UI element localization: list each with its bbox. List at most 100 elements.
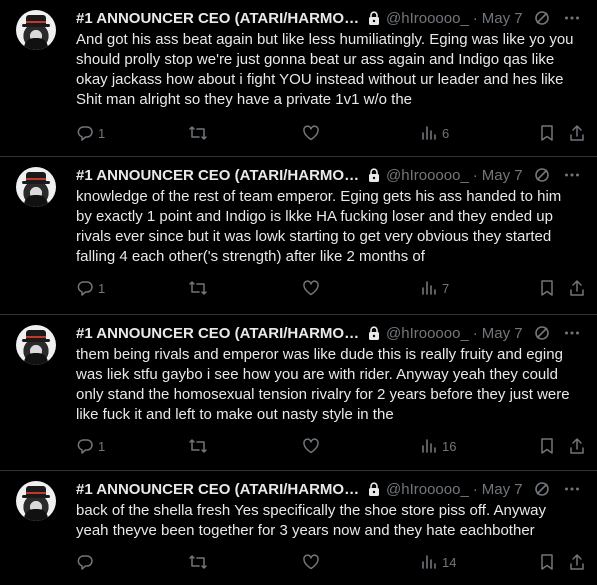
tweet-header: #1 ANNOUNCER CEO (ATARI/HARMONY) @hIrooo… [76,479,581,499]
more-icon[interactable] [563,166,581,184]
view-count: 7 [442,280,450,296]
bookmark-button[interactable] [538,553,556,571]
user-handle[interactable]: @hIrooooo_ [386,325,469,342]
share-button[interactable] [568,553,586,571]
tweet-date[interactable]: May 7 [482,325,523,342]
thread-feed: #1 ANNOUNCER CEO (ATARI/HARMONY) @hIrooo… [0,0,597,585]
repost-button[interactable] [188,124,212,142]
display-name[interactable]: #1 ANNOUNCER CEO (ATARI/HARMONY) [76,325,360,342]
bookmark-icon [538,553,556,571]
view-count: 14 [442,554,457,570]
bookmark-icon [538,124,556,142]
views-button[interactable]: 16 [420,437,456,455]
lock-icon [368,10,380,26]
separator-dot: · [472,480,478,498]
repost-icon [188,124,208,142]
tweet[interactable]: #1 ANNOUNCER CEO (ATARI/HARMONY) @hIrooo… [0,471,597,585]
repost-icon [188,279,208,297]
tweet[interactable]: #1 ANNOUNCER CEO (ATARI/HARMONY) @hIrooo… [0,157,597,315]
tweet-date[interactable]: May 7 [482,167,523,184]
views-icon [420,437,438,455]
views-icon [420,279,438,297]
repost-button[interactable] [188,437,212,455]
like-button[interactable] [302,553,324,571]
display-name[interactable]: #1 ANNOUNCER CEO (ATARI/HARMONY) [76,10,360,27]
avatar[interactable] [16,325,56,365]
bookmark-button[interactable] [538,437,556,455]
reply-icon [76,124,94,142]
share-icon [568,553,586,571]
share-button[interactable] [568,279,586,297]
bookmark-button[interactable] [538,279,556,297]
reply-count: 1 [98,438,106,454]
tweet-date[interactable]: May 7 [482,481,523,498]
repost-icon [188,437,208,455]
views-button[interactable]: 6 [420,124,449,142]
avatar[interactable] [16,10,56,50]
avatar[interactable] [16,481,56,521]
separator-dot: · [472,9,478,27]
display-name[interactable]: #1 ANNOUNCER CEO (ATARI/HARMONY) [76,167,360,184]
grok-icon[interactable] [533,480,551,498]
like-icon [302,553,320,571]
display-name[interactable]: #1 ANNOUNCER CEO (ATARI/HARMONY) [76,481,360,498]
avatar-column [16,8,64,156]
like-icon [302,124,320,142]
grok-icon[interactable] [533,324,551,342]
like-button[interactable] [302,124,324,142]
lock-icon [368,325,380,341]
views-button[interactable]: 7 [420,279,449,297]
reply-count: 1 [98,125,106,141]
separator-dot: · [472,324,478,342]
tweet-actions: 1 7 [76,278,584,298]
tweet-header: #1 ANNOUNCER CEO (ATARI/HARMONY) @hIrooo… [76,165,581,185]
views-icon [420,124,438,142]
view-count: 6 [442,125,450,141]
avatar-column [16,479,64,585]
like-icon [302,437,320,455]
tweet[interactable]: #1 ANNOUNCER CEO (ATARI/HARMONY) @hIrooo… [0,315,597,471]
bookmark-icon [538,279,556,297]
reply-button[interactable]: 1 [76,124,105,142]
user-handle[interactable]: @hIrooooo_ [386,167,469,184]
tweet-actions: 1 16 [76,436,584,456]
user-handle[interactable]: @hIrooooo_ [386,481,469,498]
lock-icon [368,167,380,183]
tweet-text: back of the shella fresh Yes specificall… [76,502,546,539]
reply-button[interactable] [76,553,98,571]
bookmark-button[interactable] [538,124,556,142]
like-button[interactable] [302,279,324,297]
tweet[interactable]: #1 ANNOUNCER CEO (ATARI/HARMONY) @hIrooo… [0,0,597,157]
more-icon[interactable] [563,9,581,27]
repost-button[interactable] [188,279,212,297]
bookmark-icon [538,437,556,455]
reply-icon [76,553,94,571]
reply-button[interactable]: 1 [76,279,105,297]
repost-icon [188,553,208,571]
user-handle[interactable]: @hIrooooo_ [386,10,469,27]
views-button[interactable]: 14 [420,553,456,571]
tweet-text: them being rivals and emperor was like d… [76,346,570,423]
grok-icon[interactable] [533,9,551,27]
reply-button[interactable]: 1 [76,437,105,455]
repost-button[interactable] [188,553,212,571]
view-count: 16 [442,438,457,454]
lock-icon [368,481,380,497]
avatar[interactable] [16,167,56,207]
like-button[interactable] [302,437,324,455]
tweet-text: And got his ass beat again but like less… [76,31,574,108]
separator-dot: · [472,166,478,184]
tweet-header: #1 ANNOUNCER CEO (ATARI/HARMONY) @hIrooo… [76,8,581,28]
share-icon [568,437,586,455]
tweet-actions: 1 6 [76,123,584,143]
more-icon[interactable] [563,324,581,342]
more-icon[interactable] [563,480,581,498]
share-button[interactable] [568,437,586,455]
avatar-column [16,323,64,470]
tweet-header: #1 ANNOUNCER CEO (ATARI/HARMONY) @hIrooo… [76,323,581,343]
grok-icon[interactable] [533,166,551,184]
share-button[interactable] [568,124,586,142]
tweet-date[interactable]: May 7 [482,10,523,27]
tweet-actions: 14 [76,552,584,572]
share-icon [568,124,586,142]
